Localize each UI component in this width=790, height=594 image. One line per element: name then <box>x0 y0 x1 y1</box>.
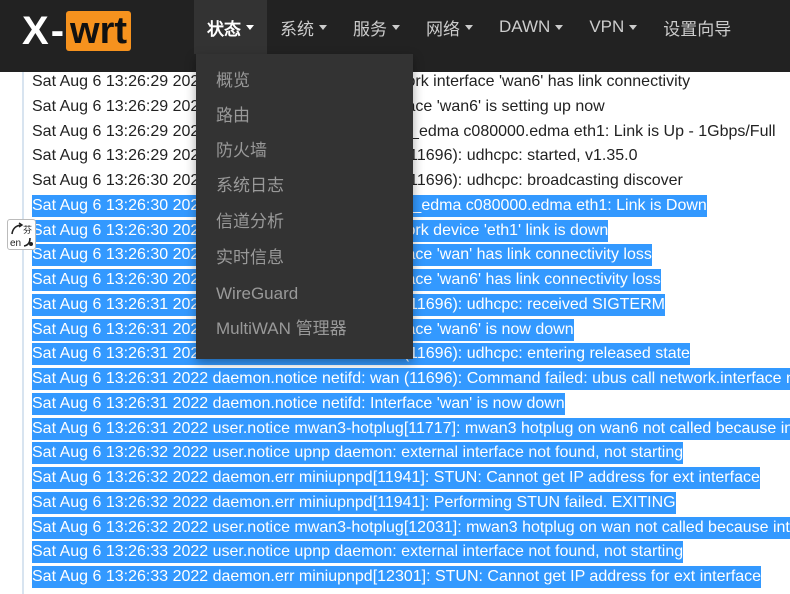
log-line: Sat Aug 6 13:26:33 2022 user.notice upnp… <box>32 541 684 564</box>
log-line: Sat Aug 6 13:26:32 2022 daemon.err miniu… <box>32 491 676 514</box>
dropdown-item-6[interactable]: WireGuard <box>216 279 298 309</box>
chevron-down-icon <box>392 24 400 30</box>
log-line: Sat Aug 6 13:26:31 2022 daemon.notice ne… <box>32 392 565 415</box>
nav-item-3[interactable]: 网络 <box>413 0 486 54</box>
nav-item-label: 网络 <box>426 19 460 39</box>
log-line: Sat Aug 6 13:26:32 2022 daemon.err miniu… <box>32 467 760 489</box>
dropdown-item-7[interactable]: MultiWAN 管理器 <box>216 314 347 344</box>
nav-item-label: VPN <box>589 17 625 36</box>
nav-item-2[interactable]: 服务 <box>340 0 413 54</box>
dropdown-item-5[interactable]: 实时信息 <box>216 243 284 273</box>
nav-item-label: 状态 <box>207 19 241 39</box>
translate-icon: 芬 en <box>10 222 33 249</box>
brand-logo-x: X <box>22 9 49 53</box>
chevron-down-icon <box>465 24 473 30</box>
log-line: Sat Aug 6 13:26:31 2022 user.notice mwan… <box>32 417 790 440</box>
log-line: Sat Aug 6 13:26:33 2022 daemon.err miniu… <box>32 566 762 588</box>
chevron-down-icon <box>319 24 327 30</box>
svg-text:芬: 芬 <box>23 225 32 236</box>
nav-item-label: 系统 <box>280 19 314 39</box>
log-line: Sat Aug 6 13:26:31 2022 daemon.notice ne… <box>32 368 790 390</box>
translate-label: en <box>10 238 21 249</box>
status-dropdown-menu: 概览路由防火墙系统日志信道分析实时信息 WireGuard MultiWAN 管理器 <box>196 54 413 359</box>
dropdown-item-1[interactable]: 路由 <box>216 101 250 131</box>
dropdown-item-0[interactable]: 概览 <box>216 66 250 96</box>
chevron-down-icon <box>629 24 638 30</box>
brand-logo-dash: - <box>50 9 65 53</box>
translate-widget[interactable]: 芬 en <box>7 219 36 250</box>
dropdown-item-3[interactable]: 系统日志 <box>216 171 284 201</box>
brand-logo[interactable]: X - wrt <box>22 9 132 53</box>
nav-item-label: 服务 <box>353 19 387 39</box>
brand-logo-wrt: wrt <box>66 11 132 51</box>
dropdown-item-4[interactable]: 信道分析 <box>216 207 284 237</box>
nav-item-6[interactable]: 设置向导 <box>650 0 744 54</box>
nav-item-4[interactable]: DAWN <box>486 0 576 54</box>
nav-item-0[interactable]: 状态 <box>194 0 267 54</box>
nav-item-1[interactable]: 系统 <box>267 0 340 54</box>
log-line: Sat Aug 6 13:26:32 2022 user.notice upnp… <box>32 442 684 465</box>
nav-item-label: 设置向导 <box>663 19 732 39</box>
dropdown-item-2[interactable]: 防火墙 <box>216 136 267 166</box>
main-nav: 状态 系统 服务 网络 DAWN VPN 设置向导 <box>194 0 744 54</box>
nav-item-5[interactable]: VPN <box>576 0 650 54</box>
nav-item-label: DAWN <box>499 17 551 36</box>
chevron-down-icon <box>555 24 564 30</box>
chevron-down-icon <box>246 24 254 30</box>
log-line: Sat Aug 6 13:26:32 2022 user.notice mwan… <box>32 516 790 539</box>
